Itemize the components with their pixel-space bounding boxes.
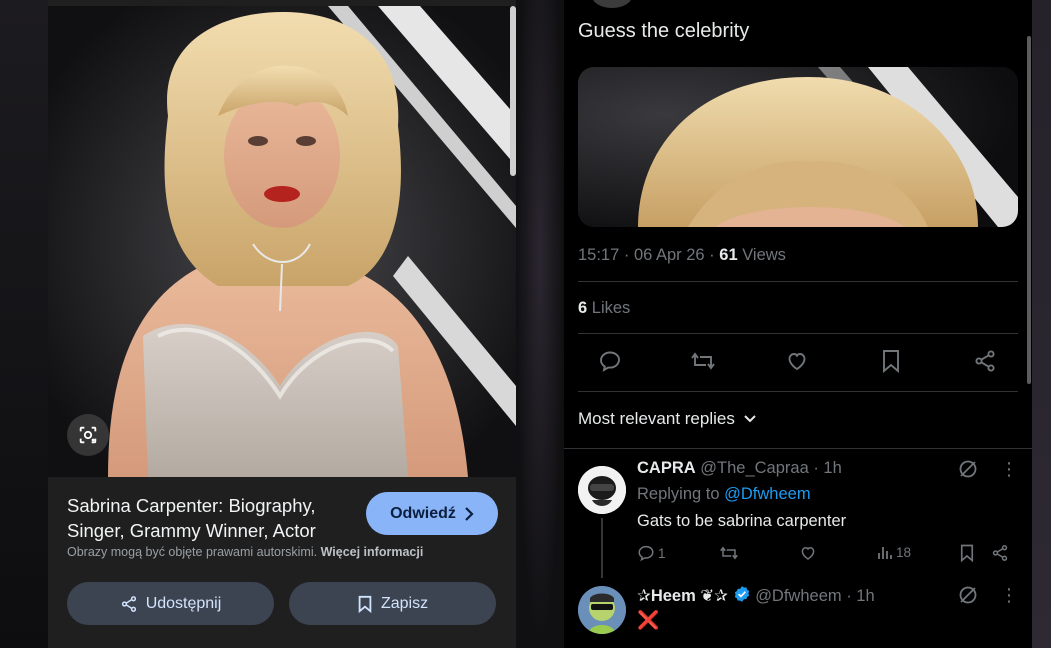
replies-sort-label: Most relevant replies — [578, 409, 735, 428]
reply-text: ❌ — [637, 610, 660, 630]
likes-label: Likes — [587, 299, 631, 317]
background-blur-left — [0, 0, 48, 648]
photo-scrollbar[interactable] — [510, 6, 516, 176]
post-image-crop — [578, 67, 1018, 227]
lens-search-icon[interactable] — [67, 414, 109, 456]
photo-illustration — [48, 6, 516, 477]
share-button-label: Udostępnij — [145, 594, 222, 612]
share-button[interactable]: Udostępnij — [67, 582, 274, 625]
replying-to-link[interactable]: @Dfwheem — [724, 485, 810, 503]
post-image[interactable] — [578, 67, 1018, 227]
bookmark-icon — [358, 595, 372, 613]
post-meta: 15:17 · 06 Apr 26 · 61 Views — [578, 246, 786, 265]
grok-icon[interactable] — [958, 459, 978, 479]
reply-item[interactable]: CAPRA @The_Capraa · 1h ⋮ Replying to @Df… — [564, 448, 1032, 578]
visit-button-label: Odwiedź — [390, 504, 456, 522]
views-label: Views — [737, 246, 786, 264]
background-blur-right — [1032, 0, 1051, 648]
views-icon[interactable]: 18 — [877, 544, 911, 560]
author-avatar[interactable] — [592, 0, 632, 8]
bookmark-icon[interactable] — [878, 348, 904, 374]
more-options-icon[interactable]: ⋮ — [1000, 585, 1018, 605]
avatar[interactable] — [578, 586, 626, 634]
reply-count: 1 — [658, 545, 666, 561]
reply-header: CAPRA @The_Capraa · 1h — [637, 459, 842, 478]
reply-author-handle[interactable]: @The_Capraa · 1h — [700, 459, 842, 477]
reply-item[interactable]: ✰Heem ❦✰ @Dfwheem · 1h ⋮ ❌ — [564, 578, 1032, 648]
repost-icon[interactable] — [690, 348, 716, 374]
copyright-text: Obrazy mogą być objęte prawami autorskim… — [67, 545, 318, 559]
result-info: Sabrina Carpenter: Biography, Singer, Gr… — [48, 477, 516, 648]
verified-badge-icon — [734, 586, 749, 602]
more-info-link[interactable]: Więcej informacji — [321, 545, 424, 559]
reply-icon[interactable] — [597, 348, 623, 374]
result-photo[interactable] — [48, 6, 516, 477]
post-text: Guess the celebrity — [578, 20, 750, 42]
more-options-icon[interactable]: ⋮ — [1000, 459, 1018, 479]
divider — [578, 281, 1018, 282]
bookmark-icon[interactable] — [959, 544, 975, 562]
reply-text: Gats to be sabrina carpenter — [637, 512, 847, 530]
result-title[interactable]: Sabrina Carpenter: Biography, Singer, Gr… — [67, 493, 357, 543]
background-blur-middle — [516, 0, 564, 648]
save-button-label: Zapisz — [380, 594, 429, 612]
chevron-right-icon — [465, 506, 474, 521]
reply-action-bar: 1 18 — [637, 544, 1017, 564]
post-action-bar — [578, 340, 1018, 384]
likes-stat[interactable]: 6 Likes — [578, 299, 630, 318]
grok-icon[interactable] — [958, 585, 978, 605]
x-post-panel: Guess the celebrity 15:17 · 06 Apr 26 · — [564, 0, 1032, 648]
share-icon[interactable] — [991, 544, 1009, 562]
panel-scrollbar[interactable] — [1027, 36, 1031, 384]
replying-prefix: Replying to — [637, 485, 725, 503]
reply-views: 18 — [896, 544, 912, 560]
copyright-notice: Obrazy mogą być objęte prawami autorskim… — [67, 545, 423, 559]
share-icon[interactable] — [972, 348, 998, 374]
visit-button[interactable]: Odwiedź — [366, 492, 498, 535]
avatar[interactable] — [578, 466, 626, 514]
reply-author-name[interactable]: ✰Heem ❦✰ — [637, 587, 728, 605]
lens-result-panel: Sabrina Carpenter: Biography, Singer, Gr… — [48, 0, 516, 648]
save-button[interactable]: Zapisz — [289, 582, 496, 625]
reply-icon[interactable]: 1 — [637, 544, 666, 562]
replies-sort-dropdown[interactable]: Most relevant replies — [578, 409, 757, 429]
chevron-down-icon — [744, 415, 756, 423]
thread-line — [601, 518, 603, 578]
share-icon — [121, 595, 136, 612]
like-icon[interactable] — [799, 544, 817, 562]
divider — [578, 391, 1018, 392]
post-timestamp: 15:17 · 06 Apr 26 · — [578, 246, 720, 264]
reply-header: ✰Heem ❦✰ @Dfwheem · 1h — [637, 585, 875, 606]
like-icon[interactable] — [784, 348, 810, 374]
reply-author-handle[interactable]: @Dfwheem · 1h — [755, 587, 874, 605]
divider — [578, 333, 1018, 334]
views-count: 61 — [719, 246, 738, 264]
likes-count: 6 — [578, 299, 588, 317]
repost-icon[interactable] — [719, 544, 739, 562]
replying-to: Replying to @Dfwheem — [637, 485, 811, 504]
reply-author-name[interactable]: CAPRA — [637, 459, 696, 477]
